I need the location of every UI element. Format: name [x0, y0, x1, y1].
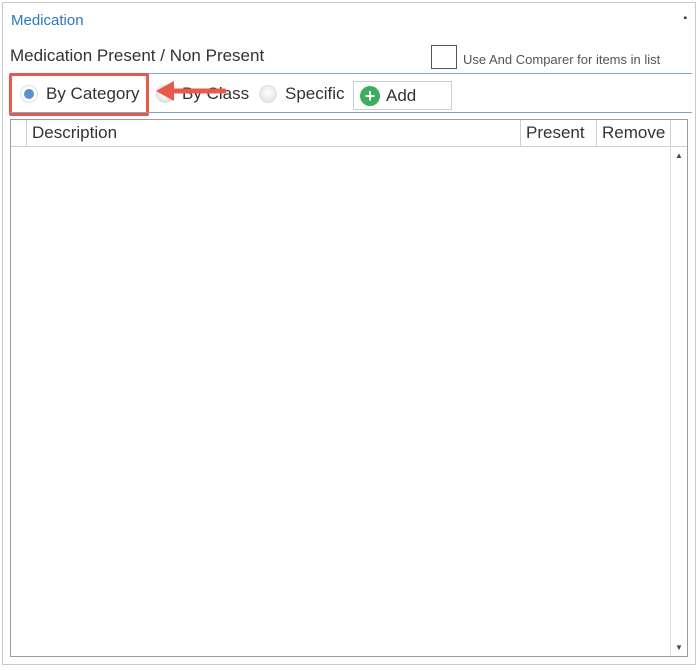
pin-icon[interactable]: ▪︎ — [683, 13, 687, 24]
annotation-highlight-box — [9, 73, 149, 116]
vertical-scrollbar[interactable]: ▲ ▼ — [670, 147, 687, 656]
column-header-present[interactable]: Present — [521, 120, 597, 146]
annotation-arrow-icon — [156, 81, 227, 101]
medication-grid: Description Present Remove ▲ ▼ — [10, 119, 688, 657]
row-header-cell — [11, 120, 27, 146]
radio-specific-label: Specific — [285, 84, 345, 103]
toolbar-divider — [10, 112, 692, 113]
column-header-description[interactable]: Description — [27, 120, 521, 146]
add-button[interactable]: + Add — [353, 81, 452, 110]
and-comparer-checkbox[interactable] — [431, 45, 457, 69]
plus-circle-icon: + — [360, 85, 380, 106]
add-button-label: Add — [386, 85, 417, 105]
scroll-down-icon[interactable]: ▼ — [671, 643, 687, 652]
section-label: Medication Present / Non Present — [10, 46, 265, 65]
and-comparer-label: Use And Comparer for items in list — [463, 52, 661, 67]
radio-specific[interactable]: Specific — [259, 84, 345, 104]
panel-title: Medication — [11, 12, 84, 29]
scroll-header-cell — [671, 120, 687, 146]
column-header-remove[interactable]: Remove — [597, 120, 671, 146]
scroll-up-icon[interactable]: ▲ — [671, 151, 687, 160]
radio-unselected-icon — [259, 85, 277, 103]
grid-header: Description Present Remove — [11, 120, 687, 147]
